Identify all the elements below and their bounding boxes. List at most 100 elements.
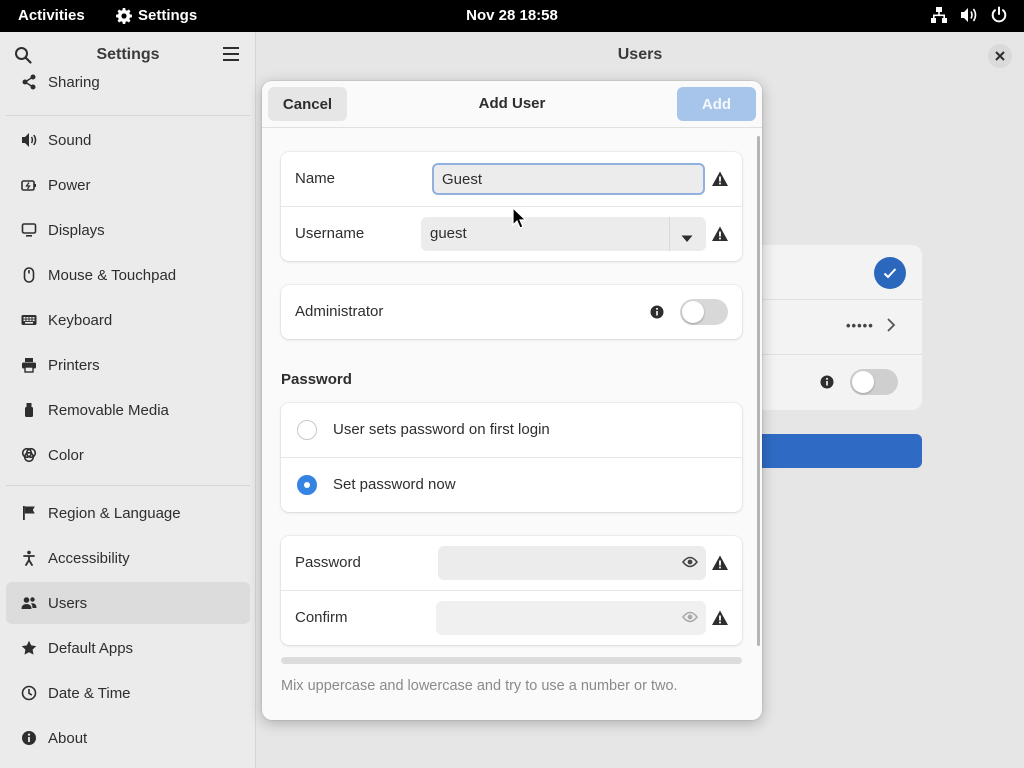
sidebar-item-label: Power	[48, 176, 91, 194]
settings-sidebar: Settings Sharing Sound Power Displays Mo…	[0, 32, 256, 768]
app-name: Settings	[138, 7, 198, 24]
info-icon[interactable]	[650, 305, 664, 323]
sidebar-item-label: Mouse & Touchpad	[48, 266, 177, 284]
display-icon	[20, 221, 38, 239]
eye-icon[interactable]	[681, 610, 699, 628]
sidebar-item-removable-media[interactable]: Removable Media	[6, 389, 250, 431]
mouse-cursor-icon	[512, 206, 527, 233]
radio-label: Set password now	[333, 476, 456, 493]
sidebar-item-power[interactable]: Power	[6, 164, 250, 206]
flag-icon	[20, 504, 38, 522]
administrator-row: Administrator	[281, 285, 742, 339]
sidebar-item-label: Date & Time	[48, 684, 131, 702]
accessibility-icon	[20, 549, 38, 567]
star-icon	[20, 639, 38, 657]
system-tray[interactable]	[930, 6, 1008, 24]
sidebar-item-label: About	[48, 729, 88, 747]
palette-icon	[20, 446, 38, 464]
sidebar-item-label: Displays	[48, 221, 105, 239]
password-row[interactable]: •••••	[746, 300, 922, 355]
sidebar-item-sharing[interactable]: Sharing	[6, 61, 250, 103]
password-dots: •••••	[846, 318, 874, 333]
password-option-set-now[interactable]: Set password now	[281, 457, 742, 512]
username-label: Username	[295, 225, 365, 242]
auto-login-toggle[interactable]	[850, 369, 898, 395]
add-button[interactable]: Add	[677, 87, 756, 121]
gear-icon	[116, 7, 132, 24]
sidebar-item-label: Removable Media	[48, 401, 169, 419]
administrator-toggle[interactable]	[680, 299, 728, 325]
password-option-first-login[interactable]: User sets password on first login	[281, 403, 742, 458]
password-options-card: User sets password on first login Set pa…	[281, 403, 742, 512]
scrollbar[interactable]	[757, 136, 760, 646]
radio-label: User sets password on first login	[333, 421, 550, 438]
administrator-card: Administrator	[281, 285, 742, 339]
warning-icon	[711, 609, 729, 627]
clock[interactable]: Nov 28 18:58	[466, 7, 558, 24]
eye-icon[interactable]	[681, 555, 699, 573]
activities-button[interactable]: Activities	[18, 7, 85, 24]
username-value: guest	[430, 225, 467, 242]
sidebar-item-label: Keyboard	[48, 311, 113, 329]
password-field[interactable]	[438, 546, 706, 580]
warning-icon	[711, 554, 729, 572]
password-hint: Mix uppercase and lowercase and try to u…	[281, 678, 678, 694]
dropdown-arrow-icon[interactable]	[681, 230, 693, 247]
clock-icon	[20, 684, 38, 702]
toggle-knob	[682, 301, 704, 323]
sidebar-item-label: Sharing	[48, 73, 100, 91]
sidebar-item-color[interactable]: Color	[6, 434, 250, 476]
password-section-title: Password	[281, 371, 352, 388]
sidebar-item-default-apps[interactable]: Default Apps	[6, 627, 250, 669]
share-icon	[20, 73, 38, 91]
dialog-header: Cancel Add User Add	[262, 81, 762, 128]
name-row: Name Guest	[281, 152, 742, 207]
printer-icon	[20, 356, 38, 374]
confirm-field[interactable]	[436, 601, 706, 635]
user-settings-card: •••••	[746, 245, 922, 410]
sidebar-item-mouse-touchpad[interactable]: Mouse & Touchpad	[6, 254, 250, 296]
close-icon	[995, 48, 1005, 65]
power-icon	[20, 176, 38, 194]
sidebar-item-sound[interactable]: Sound	[6, 119, 250, 161]
username-combobox[interactable]: guest	[421, 217, 706, 251]
sidebar-item-about[interactable]: About	[6, 717, 250, 759]
password-row: Password	[281, 536, 742, 591]
sidebar-item-label: Printers	[48, 356, 100, 374]
top-bar: Activities Settings Nov 28 18:58	[0, 0, 1024, 32]
info-icon	[820, 375, 834, 393]
warning-icon	[711, 170, 729, 188]
speaker-icon	[20, 131, 38, 149]
warning-icon	[711, 225, 729, 243]
sidebar-item-keyboard[interactable]: Keyboard	[6, 299, 250, 341]
sidebar-item-accessibility[interactable]: Accessibility	[6, 537, 250, 579]
sidebar-item-date-time[interactable]: Date & Time	[6, 672, 250, 714]
info-icon	[20, 729, 38, 747]
volume-icon[interactable]	[960, 6, 978, 24]
name-label: Name	[295, 170, 336, 187]
remove-user-button[interactable]	[746, 434, 922, 468]
sidebar-item-label: Region & Language	[48, 504, 181, 522]
administrator-label: Administrator	[295, 303, 384, 320]
sidebar-item-label: Accessibility	[48, 549, 130, 567]
password-strength-bar	[281, 657, 742, 664]
confirm-row: Confirm	[281, 590, 742, 645]
network-icon[interactable]	[930, 6, 948, 24]
confirm-label: Confirm	[295, 609, 348, 626]
power-icon[interactable]	[990, 6, 1008, 24]
sidebar-item-region-language[interactable]: Region & Language	[6, 492, 250, 534]
mouse-icon	[20, 266, 38, 284]
radio-button-selected[interactable]	[297, 475, 317, 495]
sidebar-item-displays[interactable]: Displays	[6, 209, 250, 251]
name-field[interactable]: Guest	[432, 163, 705, 195]
sidebar-item-printers[interactable]: Printers	[6, 344, 250, 386]
keyboard-icon	[20, 311, 38, 329]
page-title: Users	[617, 46, 663, 63]
close-button[interactable]	[988, 44, 1012, 68]
sidebar-item-label: Users	[48, 594, 88, 612]
sidebar-item-users[interactable]: Users	[6, 582, 250, 624]
radio-button[interactable]	[297, 420, 317, 440]
name-value: Guest	[442, 170, 483, 188]
check-icon	[874, 257, 906, 289]
app-menu[interactable]: Settings	[116, 7, 197, 24]
